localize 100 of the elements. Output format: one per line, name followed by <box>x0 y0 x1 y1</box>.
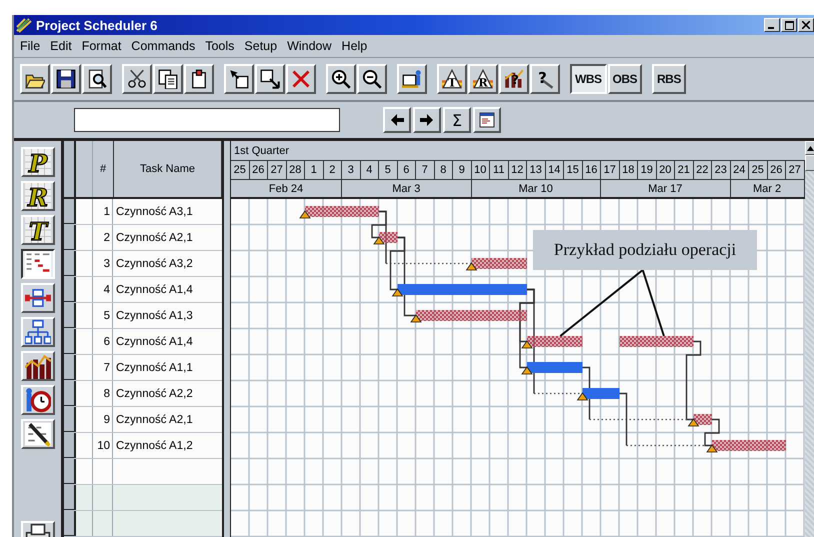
day-header: 18 <box>620 161 638 179</box>
close-button[interactable] <box>798 18 814 32</box>
delete-button[interactable] <box>286 64 316 94</box>
milestone-icon <box>521 366 533 374</box>
toolbar-button[interactable]: OBS <box>608 64 642 94</box>
row-header[interactable] <box>64 303 76 328</box>
chart-view-button[interactable] <box>473 107 501 133</box>
row-header[interactable] <box>64 199 76 224</box>
split-task-bar[interactable] <box>712 440 786 451</box>
day-header: 16 <box>582 161 601 179</box>
arrow-right-icon <box>419 112 435 128</box>
toolbar-button[interactable]: T <box>437 64 467 94</box>
table-cell: 3 <box>93 251 113 276</box>
view-button[interactable] <box>20 249 54 279</box>
pointer-button[interactable] <box>224 64 254 94</box>
day-header: 24 <box>730 161 749 179</box>
previous-button[interactable] <box>383 107 411 133</box>
row-header[interactable] <box>64 381 76 406</box>
menu-item[interactable]: Tools <box>205 39 234 53</box>
paste-button[interactable] <box>184 64 214 94</box>
pointer-icon <box>229 69 249 89</box>
next-button[interactable] <box>413 107 441 133</box>
table-cell-text: Czynność A3,2 <box>115 256 194 272</box>
maximize-icon <box>784 20 794 30</box>
day-header: 11 <box>490 161 508 179</box>
copy-button[interactable] <box>153 64 183 94</box>
day-header: 26 <box>768 161 786 179</box>
split-task-bar[interactable] <box>472 258 527 269</box>
open-button[interactable] <box>20 64 50 94</box>
row-header[interactable] <box>64 329 76 354</box>
split-task-bar[interactable] <box>416 310 527 321</box>
scissors-icon <box>127 69 147 89</box>
toolbar-button[interactable]: R <box>468 64 498 94</box>
menu-item[interactable]: Commands <box>131 39 196 53</box>
zoom-in-button[interactable] <box>326 64 356 94</box>
day-header: 23 <box>712 161 730 179</box>
zoom-out-button[interactable] <box>357 64 387 94</box>
table-cell: 7 <box>93 355 113 380</box>
table-cell-text: Czynność A1,2 <box>115 438 194 454</box>
alarm-clock-icon <box>24 387 50 413</box>
day-header: 25 <box>231 161 250 179</box>
row-header[interactable] <box>64 407 76 432</box>
scroll-up-button[interactable] <box>805 141 814 155</box>
save-button[interactable] <box>51 64 81 94</box>
table-cell: 8 <box>93 381 113 406</box>
menu-item[interactable]: Window <box>287 39 332 53</box>
table-cell-text: Czynność A1,4 <box>115 334 194 350</box>
app-icon <box>16 17 32 33</box>
cut-button[interactable] <box>122 64 152 94</box>
minimize-button[interactable] <box>764 18 780 32</box>
table-cell: 5 <box>93 303 113 328</box>
split-task-bar[interactable] <box>379 232 398 243</box>
row-header[interactable] <box>64 355 76 380</box>
menu-item[interactable]: Help <box>342 39 368 53</box>
link-button[interactable] <box>255 64 285 94</box>
zoom-out-icon <box>362 69 382 89</box>
milestone-icon <box>576 392 588 400</box>
milestone-icon <box>410 314 422 322</box>
menu-item[interactable]: Setup <box>244 39 278 53</box>
toolbar-button[interactable]: RBS <box>652 64 686 94</box>
letter-triangle-icon: T <box>442 69 462 89</box>
sum-button[interactable]: Σ <box>443 107 471 133</box>
day-header: 15 <box>564 161 582 179</box>
table-cell: 4 <box>93 277 113 302</box>
resource-button[interactable] <box>397 64 427 94</box>
maximize-button[interactable] <box>781 18 797 32</box>
preview-button[interactable] <box>82 64 112 94</box>
week-header: Mar 3 <box>342 180 472 197</box>
split-task-bar[interactable] <box>305 206 379 217</box>
row-header[interactable] <box>64 277 76 302</box>
row-header[interactable] <box>64 511 76 536</box>
day-header: 13 <box>527 161 546 179</box>
row-header[interactable] <box>64 433 76 458</box>
menu-item[interactable]: File <box>20 39 40 53</box>
table-cell-text: Czynność A2,1 <box>115 412 194 428</box>
day-header: 2 <box>324 161 342 179</box>
menu-item[interactable]: Format <box>82 39 122 53</box>
toolbar-button[interactable]: WBS <box>570 64 606 94</box>
toolbar-button[interactable]: ? <box>530 64 560 94</box>
day-header: 10 <box>472 161 490 179</box>
day-header: 21 <box>675 161 694 179</box>
pen-icon <box>24 421 50 447</box>
table-cell-text: Czynność A2,2 <box>115 386 194 402</box>
day-header: 19 <box>638 161 656 179</box>
menu-item[interactable]: Edit <box>50 39 72 53</box>
row-header[interactable] <box>64 459 76 484</box>
split-task-bar[interactable] <box>694 414 712 425</box>
toolbar-button[interactable]: ? <box>499 64 529 94</box>
scroll-thumb[interactable] <box>805 155 814 171</box>
row-header[interactable] <box>64 225 76 250</box>
day-header: 9 <box>453 161 472 179</box>
day-header: 7 <box>416 161 434 179</box>
row-header[interactable] <box>64 251 76 276</box>
callout-label: Przykład podziału operacji <box>533 230 757 270</box>
split-task-bar[interactable] <box>620 336 694 347</box>
day-header: 28 <box>286 161 305 179</box>
split-task-bar[interactable] <box>527 336 582 347</box>
splitter-handle[interactable] <box>222 141 231 537</box>
row-header[interactable] <box>64 485 76 510</box>
input-field[interactable] <box>74 108 340 132</box>
